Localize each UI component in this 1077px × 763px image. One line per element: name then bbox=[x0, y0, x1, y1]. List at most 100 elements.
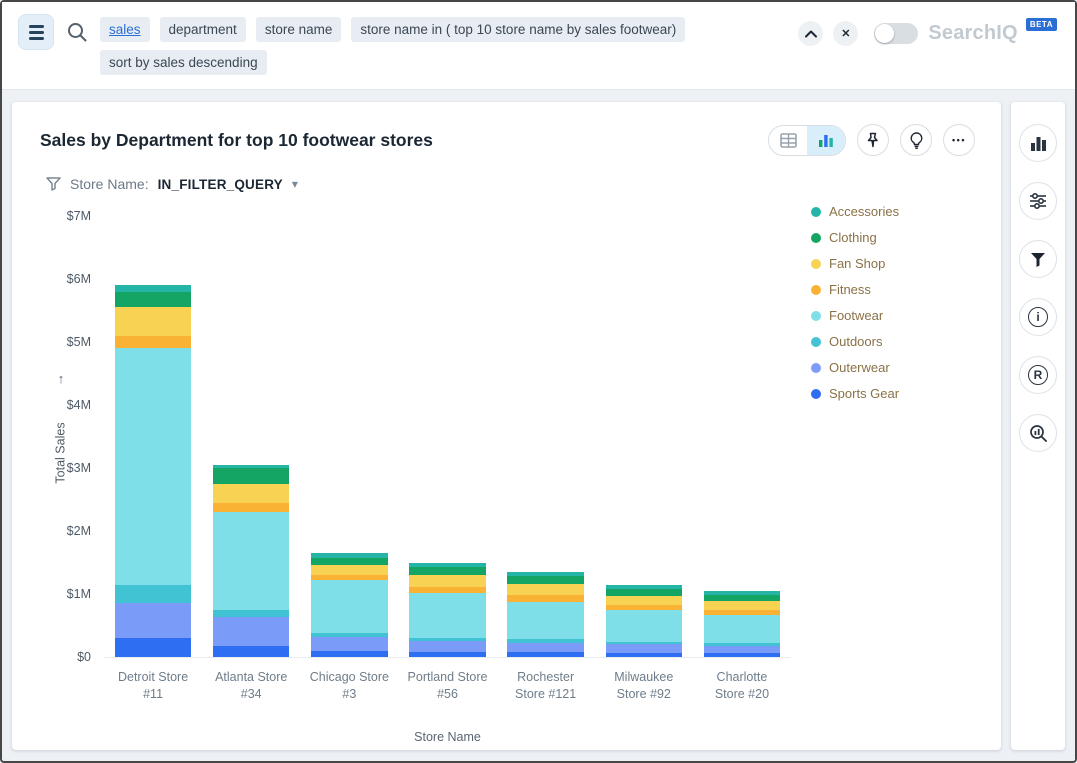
bar-segment[interactable] bbox=[606, 644, 683, 652]
bar-chart-icon bbox=[1030, 135, 1047, 151]
explore-button[interactable] bbox=[1019, 414, 1057, 452]
r-analysis-button[interactable]: R bbox=[1019, 356, 1057, 394]
bar-segment[interactable] bbox=[409, 575, 486, 588]
x-axis-title: Store Name bbox=[104, 730, 791, 744]
filter-row: Store Name: IN_FILTER_QUERY ▾ bbox=[12, 162, 1001, 194]
table-view-button[interactable] bbox=[769, 126, 807, 155]
filter-value[interactable]: IN_FILTER_QUERY bbox=[158, 177, 283, 192]
bar-segment[interactable] bbox=[311, 651, 388, 657]
bar-segment[interactable] bbox=[606, 653, 683, 657]
configure-button[interactable] bbox=[1019, 182, 1057, 220]
searchiq-toggle[interactable] bbox=[874, 23, 918, 44]
bar-segment[interactable] bbox=[606, 610, 683, 642]
bar-segment[interactable] bbox=[115, 603, 192, 638]
legend-dot-icon bbox=[811, 233, 821, 243]
y-axis-label-group: Total Sales bbox=[52, 370, 70, 460]
data-sources-toggle-button[interactable] bbox=[18, 14, 54, 50]
search-tokens: sales department store name store name in (… bbox=[100, 17, 786, 75]
x-tick-label: CharlotteStore #20 bbox=[681, 669, 803, 703]
bar-segment[interactable] bbox=[409, 641, 486, 652]
legend-item[interactable]: Outerwear bbox=[811, 360, 979, 375]
bar-segment[interactable] bbox=[409, 652, 486, 657]
bar-stack bbox=[115, 216, 192, 657]
search-token-row-2: sort by sales descending bbox=[100, 50, 786, 75]
legend-dot-icon bbox=[811, 259, 821, 269]
bar-segment[interactable] bbox=[311, 637, 388, 651]
bar-segment[interactable] bbox=[507, 652, 584, 657]
bar-slot: Chicago Store#3 bbox=[300, 216, 398, 657]
bar-stack bbox=[704, 216, 781, 657]
more-options-button[interactable]: ••• bbox=[943, 124, 975, 156]
bar-segment[interactable] bbox=[704, 601, 781, 610]
search-token[interactable]: sort by sales descending bbox=[100, 50, 267, 75]
bar-segment[interactable] bbox=[213, 610, 290, 618]
details-button[interactable]: i bbox=[1019, 298, 1057, 336]
chart-legend: Accessories Clothing Fan Shop Fitness Footwe… bbox=[811, 204, 979, 401]
bar-segment[interactable] bbox=[115, 292, 192, 308]
legend-item[interactable]: Clothing bbox=[811, 230, 979, 245]
bar-segment[interactable] bbox=[213, 646, 290, 657]
legend-item[interactable]: Footwear bbox=[811, 308, 979, 323]
bar-segment[interactable] bbox=[213, 468, 290, 484]
pin-button[interactable] bbox=[857, 124, 889, 156]
answer-title: Sales by Department for top 10 footwear … bbox=[40, 130, 433, 151]
legend-item[interactable]: Sports Gear bbox=[811, 386, 979, 401]
bar-segment[interactable] bbox=[115, 307, 192, 335]
bar-segment[interactable] bbox=[115, 336, 192, 349]
bar-segment[interactable] bbox=[507, 602, 584, 640]
bar-segment[interactable] bbox=[409, 567, 486, 575]
chart-options-button[interactable] bbox=[1019, 124, 1057, 162]
table-icon bbox=[780, 133, 797, 148]
bar-segment[interactable] bbox=[115, 638, 192, 657]
search-token[interactable]: store name bbox=[256, 17, 342, 42]
bar-stack bbox=[213, 216, 290, 657]
info-icon: i bbox=[1028, 307, 1048, 327]
bar-segment[interactable] bbox=[507, 584, 584, 595]
bar-segment[interactable] bbox=[704, 653, 781, 657]
answer-toolbar: ••• bbox=[768, 124, 975, 156]
legend-dot-icon bbox=[811, 285, 821, 295]
search-token[interactable]: store name in ( top 10 store name by sal… bbox=[351, 17, 685, 42]
legend-label: Footwear bbox=[829, 308, 883, 323]
legend-item[interactable]: Fitness bbox=[811, 282, 979, 297]
clear-search-button[interactable]: ✕ bbox=[833, 21, 858, 46]
plot-area: $0$1M$2M$3M$4M$5M$6M$7MDetroit Store#11A… bbox=[104, 216, 791, 658]
bar-segment[interactable] bbox=[311, 580, 388, 634]
toggle-knob bbox=[875, 24, 894, 43]
legend-item[interactable]: Fan Shop bbox=[811, 256, 979, 271]
filters-button[interactable] bbox=[1019, 240, 1057, 278]
bar-segment[interactable] bbox=[311, 565, 388, 574]
sliders-icon bbox=[1029, 193, 1047, 209]
bar-slot: RochesterStore #121 bbox=[497, 216, 595, 657]
search-icon bbox=[66, 21, 88, 43]
bar-segment[interactable] bbox=[213, 617, 290, 645]
collapse-search-button[interactable] bbox=[798, 21, 823, 46]
funnel-filled-icon bbox=[1030, 252, 1046, 267]
chevron-down-icon[interactable]: ▾ bbox=[292, 177, 298, 191]
bar-segment[interactable] bbox=[507, 643, 584, 652]
legend-label: Outerwear bbox=[829, 360, 890, 375]
bar-segment[interactable] bbox=[409, 593, 486, 637]
insights-button[interactable] bbox=[900, 124, 932, 156]
bar-segment[interactable] bbox=[606, 596, 683, 605]
bar-segment[interactable] bbox=[606, 589, 683, 596]
bar-segment[interactable] bbox=[213, 503, 290, 512]
bar-segment[interactable] bbox=[311, 558, 388, 566]
y-tick-label: $7M bbox=[67, 209, 91, 223]
bar-segment[interactable] bbox=[704, 615, 781, 643]
legend-label: Outdoors bbox=[829, 334, 882, 349]
bar-segment[interactable] bbox=[704, 646, 781, 654]
bar-segment[interactable] bbox=[507, 576, 584, 584]
bar-segment[interactable] bbox=[115, 348, 192, 584]
search-token[interactable]: department bbox=[160, 17, 246, 42]
search-token[interactable]: sales bbox=[100, 17, 150, 42]
bar-segment[interactable] bbox=[213, 512, 290, 610]
legend-item[interactable]: Accessories bbox=[811, 204, 979, 219]
chart-icon bbox=[818, 133, 834, 148]
data-stack-icon bbox=[29, 25, 44, 28]
legend-item[interactable]: Outdoors bbox=[811, 334, 979, 349]
bar-segment[interactable] bbox=[213, 484, 290, 503]
chart-view-button[interactable] bbox=[807, 126, 845, 155]
bar-slot: CharlotteStore #20 bbox=[693, 216, 791, 657]
bar-segment[interactable] bbox=[115, 585, 192, 604]
